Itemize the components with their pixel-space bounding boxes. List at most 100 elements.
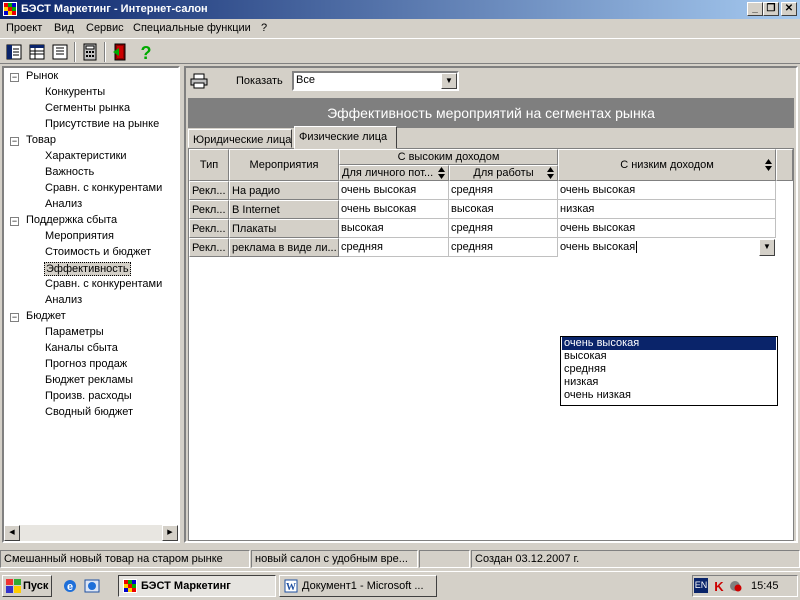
low-income-cell-editor[interactable]: очень высокая ▼	[558, 238, 776, 257]
tree-item-competitors[interactable]: Конкуренты	[45, 86, 105, 98]
restore-button[interactable]: ❐	[763, 2, 779, 16]
chevron-down-icon[interactable]: ▼	[441, 73, 457, 89]
dropdown-option[interactable]: средняя	[562, 363, 776, 376]
sort-icon[interactable]	[765, 159, 772, 171]
status-empty	[419, 550, 470, 568]
tree-item-sales-forecast[interactable]: Прогноз продаж	[45, 358, 127, 370]
dropdown-option[interactable]: очень низкая	[562, 389, 776, 402]
column-header-for-work-label: Для работы	[473, 167, 534, 179]
tree-item-sales-channels[interactable]: Каналы сбыта	[45, 342, 118, 354]
tab-legal-entities[interactable]: Юридические лица	[188, 129, 292, 148]
table-cell-personal[interactable]: очень высокая	[339, 181, 449, 200]
table-cell-type[interactable]: Рекл...	[189, 238, 229, 257]
tree-item-competitor-comparison[interactable]: Сравн. с конкурентами	[45, 278, 162, 290]
horizontal-scrollbar[interactable]: ◀ ▶	[4, 525, 178, 541]
printer-icon[interactable]	[190, 73, 208, 89]
tree-node-sales-support[interactable]: Поддержка сбыта	[26, 214, 117, 226]
column-header-activities[interactable]: Мероприятия	[229, 149, 339, 181]
column-header-for-work[interactable]: Для работы	[449, 165, 558, 181]
taskbar-item-best-marketing[interactable]: БЭСТ Маркетинг	[118, 575, 276, 597]
scroll-right-icon[interactable]: ▶	[162, 525, 178, 541]
table-cell-low-income[interactable]: очень высокая	[558, 219, 776, 238]
table-cell-low-income[interactable]: очень высокая	[558, 181, 776, 200]
tree-node-budget[interactable]: Бюджет	[26, 310, 66, 322]
dropdown-option[interactable]: высокая	[562, 350, 776, 363]
show-filter-select[interactable]: Все ▼	[292, 71, 459, 91]
sort-icon[interactable]	[438, 167, 445, 179]
app-icon	[3, 2, 17, 16]
tree-item-cost-budget[interactable]: Стоимость и бюджет	[45, 246, 151, 258]
chevron-down-icon[interactable]: ▼	[759, 239, 775, 256]
tree-item-summary-budget[interactable]: Сводный бюджет	[45, 406, 133, 418]
close-button[interactable]: ✕	[781, 2, 797, 16]
show-filter-value: Все	[296, 74, 315, 86]
dropdown-option[interactable]: очень высокая	[562, 337, 776, 350]
table-cell-personal[interactable]: средняя	[339, 238, 449, 257]
table-cell-activity[interactable]: В Internet	[229, 200, 339, 219]
tree-item-ad-budget[interactable]: Бюджет рекламы	[45, 374, 133, 386]
table-cell-work[interactable]: средняя	[449, 238, 558, 257]
column-header-personal-use-label: Для личного пот...	[342, 167, 434, 179]
menu-view[interactable]: Вид	[54, 22, 74, 34]
menu-project[interactable]: Проект	[6, 22, 42, 34]
language-indicator[interactable]: EN	[694, 578, 708, 593]
tree-item-activities[interactable]: Мероприятия	[45, 230, 114, 242]
network-icon[interactable]	[728, 579, 744, 593]
table-cell-work[interactable]: средняя	[449, 219, 558, 238]
editor-value: очень высокая	[560, 241, 638, 253]
outlook-express-icon[interactable]	[84, 578, 100, 594]
table-cell-personal[interactable]: высокая	[339, 219, 449, 238]
tree-item-market-presence[interactable]: Присутствие на рынке	[45, 118, 159, 130]
table-view-icon[interactable]	[27, 42, 47, 62]
tree-item-market-segments[interactable]: Сегменты рынка	[45, 102, 130, 114]
column-header-type[interactable]: Тип	[189, 149, 229, 181]
table-cell-activity[interactable]: реклама в виде ли...	[229, 238, 339, 257]
calculator-icon[interactable]	[80, 42, 100, 62]
tree-item-characteristics[interactable]: Характеристики	[45, 150, 127, 162]
table-cell-work[interactable]: средняя	[449, 181, 558, 200]
start-button[interactable]: Пуск	[2, 575, 52, 597]
tree-item-analysis[interactable]: Анализ	[45, 198, 82, 210]
table-cell-activity[interactable]: На радио	[229, 181, 339, 200]
taskbar-item-word-document[interactable]: W Документ1 - Microsoft ...	[279, 575, 437, 597]
collapse-icon[interactable]: −	[10, 313, 19, 322]
column-header-personal-use[interactable]: Для личного пот...	[339, 165, 449, 181]
document-view-icon[interactable]	[50, 42, 70, 62]
collapse-icon[interactable]: −	[10, 217, 19, 226]
kaspersky-icon[interactable]: K	[712, 579, 726, 593]
exit-icon[interactable]	[110, 42, 130, 62]
table-cell-personal[interactable]: очень высокая	[339, 200, 449, 219]
taskbar-item-label: Документ1 - Microsoft ...	[302, 580, 424, 592]
menu-special-functions[interactable]: Специальные функции	[133, 22, 251, 34]
tree-item-effectiveness[interactable]: Эффективность	[44, 262, 131, 276]
collapse-icon[interactable]: −	[10, 73, 19, 82]
status-salon: новый салон с удобным вре...	[251, 550, 418, 568]
tree-item-parameters[interactable]: Параметры	[45, 326, 104, 338]
table-cell-low-income[interactable]: низкая	[558, 200, 776, 219]
tree-item-importance[interactable]: Важность	[45, 166, 94, 178]
tree-view-icon[interactable]	[4, 42, 24, 62]
tree-item-production-costs[interactable]: Произв. расходы	[45, 390, 132, 402]
tree-item-competitor-comparison[interactable]: Сравн. с конкурентами	[45, 182, 162, 194]
scroll-left-icon[interactable]: ◀	[4, 525, 20, 541]
status-created: Создан 03.12.2007 г.	[471, 550, 800, 568]
tree-node-product[interactable]: Товар	[26, 134, 56, 146]
column-header-low-income[interactable]: С низким доходом	[558, 149, 776, 181]
table-cell-work[interactable]: высокая	[449, 200, 558, 219]
tree-node-market[interactable]: Рынок	[26, 70, 58, 82]
dropdown-option[interactable]: низкая	[562, 376, 776, 389]
value-dropdown-list: очень высокая высокая средняя низкая оче…	[560, 336, 778, 406]
tree-item-analysis[interactable]: Анализ	[45, 294, 82, 306]
collapse-icon[interactable]: −	[10, 137, 19, 146]
menu-service[interactable]: Сервис	[86, 22, 124, 34]
table-cell-type[interactable]: Рекл...	[189, 200, 229, 219]
table-cell-activity[interactable]: Плакаты	[229, 219, 339, 238]
minimize-button[interactable]: _	[747, 2, 763, 16]
sort-icon[interactable]	[547, 167, 554, 179]
table-cell-type[interactable]: Рекл...	[189, 181, 229, 200]
table-cell-type[interactable]: Рекл...	[189, 219, 229, 238]
internet-explorer-icon[interactable]: e	[62, 578, 78, 594]
help-icon[interactable]: ?	[136, 42, 156, 62]
tab-individuals[interactable]: Физические лица	[294, 126, 397, 149]
menu-help[interactable]: ?	[261, 22, 267, 34]
